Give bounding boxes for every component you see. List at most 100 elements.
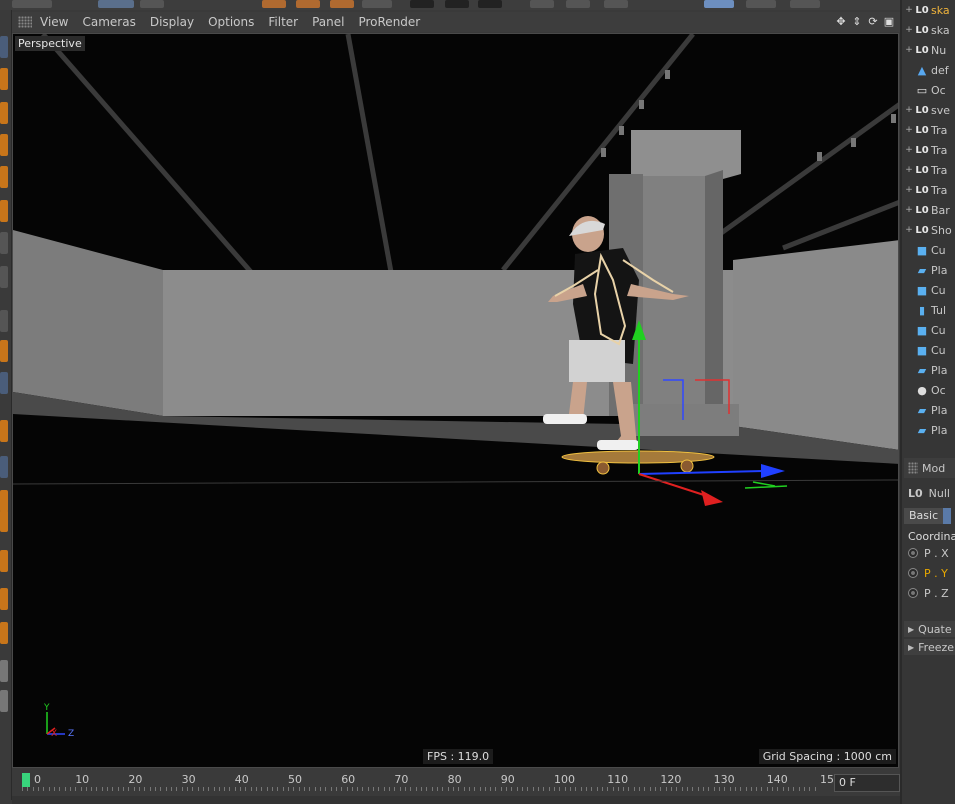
menu-options[interactable]: Options: [208, 15, 254, 29]
tab-basic[interactable]: Basic: [904, 508, 944, 524]
object-list-item[interactable]: ▰ Pla: [904, 360, 955, 380]
expand-toggle-icon[interactable]: +: [904, 225, 914, 235]
toolbar-button[interactable]: [362, 0, 392, 8]
object-list-item[interactable]: ■ Cu: [904, 340, 955, 360]
timeline-ruler[interactable]: 0 10 20 30 40 50 60 70 80 90 100 110 120 130 140 150: [22, 772, 841, 792]
move-view-icon[interactable]: ✥: [834, 14, 848, 28]
object-list-item[interactable]: ▰ Pla: [904, 420, 955, 440]
menu-view[interactable]: View: [40, 15, 68, 29]
expand-toggle-icon[interactable]: +: [904, 45, 914, 55]
object-list-item[interactable]: + L0 Tra: [904, 120, 955, 140]
tool-button[interactable]: [0, 420, 8, 442]
tool-button[interactable]: [0, 310, 8, 332]
panel-grip[interactable]: [908, 462, 918, 474]
tool-button[interactable]: [0, 510, 8, 532]
expand-toggle-icon[interactable]: +: [904, 185, 914, 195]
object-name: Tra: [931, 183, 948, 197]
object-list-item[interactable]: ■ Cu: [904, 320, 955, 340]
tool-button[interactable]: [0, 102, 8, 124]
object-list-item[interactable]: + L0 Nu: [904, 40, 955, 60]
toolbar-button[interactable]: [790, 0, 820, 8]
fold-freeze[interactable]: ▶ Freeze: [904, 639, 955, 655]
object-list-item[interactable]: ▰ Pla: [904, 400, 955, 420]
toolbar-button[interactable]: [296, 0, 320, 8]
tab-coordinates[interactable]: [943, 508, 952, 524]
object-list-item[interactable]: + L0 Tra: [904, 180, 955, 200]
menu-filter[interactable]: Filter: [268, 15, 298, 29]
expand-toggle-icon[interactable]: +: [904, 145, 914, 155]
tool-button[interactable]: [0, 232, 8, 254]
object-list-item[interactable]: + L0 sve: [904, 100, 955, 120]
object-list-item[interactable]: ● Oc: [904, 380, 955, 400]
camera-label[interactable]: Perspective: [15, 36, 85, 51]
object-list-item[interactable]: ▰ Pla: [904, 260, 955, 280]
expand-toggle-icon[interactable]: +: [904, 105, 914, 115]
expand-toggle-icon[interactable]: +: [904, 5, 914, 15]
tool-button[interactable]: [0, 690, 8, 712]
tool-button[interactable]: [0, 490, 8, 512]
tool-button[interactable]: [0, 166, 8, 188]
tool-button[interactable]: [0, 588, 8, 610]
object-list-item[interactable]: + L0 ska: [904, 0, 955, 20]
toolbar-button[interactable]: [746, 0, 776, 8]
toolbar-button[interactable]: [330, 0, 354, 8]
toolbar-button[interactable]: [604, 0, 628, 8]
object-list-item[interactable]: + L0 Sho: [904, 220, 955, 240]
current-frame-field[interactable]: 0 F: [834, 774, 900, 792]
dolly-view-icon[interactable]: ⇕: [850, 14, 864, 28]
menu-display[interactable]: Display: [150, 15, 194, 29]
object-list-item[interactable]: ▭ Oc: [904, 80, 955, 100]
tool-button[interactable]: [0, 622, 8, 644]
object-list-item[interactable]: ▮ Tul: [904, 300, 955, 320]
toggle-layout-icon[interactable]: ▣: [882, 14, 896, 28]
expand-toggle-icon[interactable]: +: [904, 25, 914, 35]
object-list-item[interactable]: + L0 Tra: [904, 160, 955, 180]
animate-radio[interactable]: [908, 548, 918, 558]
playhead[interactable]: [22, 773, 30, 787]
object-list-item[interactable]: ■ Cu: [904, 240, 955, 260]
expand-toggle-icon[interactable]: +: [904, 165, 914, 175]
expand-toggle-icon[interactable]: +: [904, 125, 914, 135]
toolbar-button[interactable]: [445, 0, 469, 8]
toolbar-button[interactable]: [704, 0, 734, 8]
toolbar-button[interactable]: [478, 0, 502, 8]
object-list-item[interactable]: ■ Cu: [904, 280, 955, 300]
menu-cameras[interactable]: Cameras: [82, 15, 135, 29]
timeline-minor-tick: [133, 787, 135, 791]
toolbar-button[interactable]: [98, 0, 134, 8]
attribute-header[interactable]: Mod: [904, 458, 955, 478]
animate-radio[interactable]: [908, 568, 918, 578]
fold-quaternion[interactable]: ▶ Quate: [904, 621, 955, 637]
tool-button[interactable]: [0, 134, 8, 156]
tool-button[interactable]: [0, 36, 8, 58]
3d-viewport[interactable]: Y X Z Perspective FPS : 119.0 Grid Spaci…: [12, 33, 899, 768]
menu-panel[interactable]: Panel: [312, 15, 344, 29]
rotate-view-icon[interactable]: ⟳: [866, 14, 880, 28]
expand-toggle-icon[interactable]: +: [904, 205, 914, 215]
attribute-mode-label[interactable]: Mod: [922, 462, 945, 475]
object-list-item[interactable]: + L0 ska: [904, 20, 955, 40]
timeline-minor-tick: [176, 787, 178, 791]
tool-button[interactable]: [0, 456, 8, 478]
object-list-item[interactable]: + L0 Bar: [904, 200, 955, 220]
toolbar-button[interactable]: [140, 0, 164, 8]
tool-button[interactable]: [0, 372, 8, 394]
menu-prorender[interactable]: ProRender: [358, 15, 420, 29]
tool-button[interactable]: [0, 340, 8, 362]
null-object-icon: L0: [915, 124, 929, 136]
toolbar-button[interactable]: [12, 0, 52, 8]
toolbar-button[interactable]: [262, 0, 286, 8]
tool-button[interactable]: [0, 660, 8, 682]
tool-button[interactable]: [0, 68, 8, 90]
toolbar-button[interactable]: [530, 0, 554, 8]
animate-radio[interactable]: [908, 588, 918, 598]
object-list-item[interactable]: ▲ def: [904, 60, 955, 80]
object-list-item[interactable]: + L0 Tra: [904, 140, 955, 160]
tool-button[interactable]: [0, 266, 8, 288]
toolbar-button[interactable]: [410, 0, 434, 8]
tool-button[interactable]: [0, 550, 8, 572]
toolbar-button[interactable]: [566, 0, 590, 8]
tool-button[interactable]: [0, 200, 8, 222]
panel-grip[interactable]: [18, 16, 32, 28]
right-panel: + L0 ska + L0 ska + L0 Nu ▲ def ▭ Oc + L0 sve + L0 Tra + L0 T…: [900, 0, 955, 804]
